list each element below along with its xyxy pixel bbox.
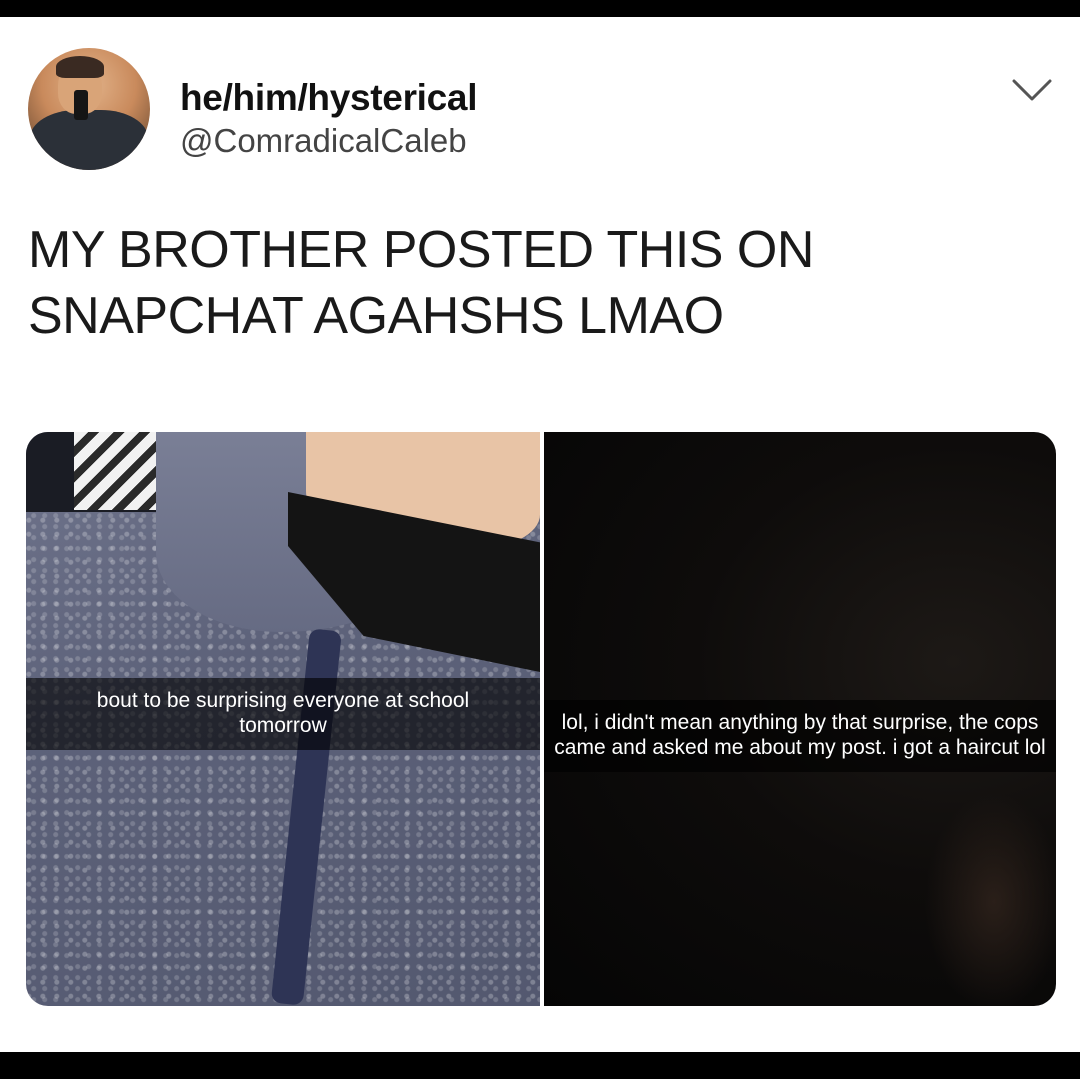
tweet-media[interactable]: bout to be surprising everyone at school…: [26, 432, 1056, 1006]
dark-figure: [924, 792, 1056, 1006]
tweet-text: MY BROTHER POSTED THIS ON SNAPCHAT AGAHS…: [28, 221, 814, 345]
snapchat-caption-right: lol, i didn't mean anything by that surp…: [544, 700, 1056, 772]
avatar-body: [30, 110, 148, 170]
avatar[interactable]: [28, 48, 150, 170]
avatar-hair: [56, 56, 104, 78]
display-name[interactable]: he/him/hysterical: [180, 77, 477, 119]
hanging-shirt: [74, 432, 158, 510]
chevron-down-icon[interactable]: [1010, 75, 1054, 105]
snapchat-caption-left: bout to be surprising everyone at school…: [26, 678, 540, 750]
media-image-right[interactable]: lol, i didn't mean anything by that surp…: [544, 432, 1056, 1006]
user-handle[interactable]: @ComradicalCaleb: [180, 122, 467, 160]
tweet-card: he/him/hysterical @ComradicalCaleb MY BR…: [0, 17, 1080, 1052]
caption-left-text: bout to be surprising everyone at school…: [96, 689, 470, 737]
screenshot-frame: he/him/hysterical @ComradicalCaleb MY BR…: [0, 0, 1080, 1079]
caption-right-text: lol, i didn't mean anything by that surp…: [554, 711, 1046, 759]
media-image-left[interactable]: bout to be surprising everyone at school…: [26, 432, 540, 1006]
avatar-phone: [74, 90, 88, 120]
